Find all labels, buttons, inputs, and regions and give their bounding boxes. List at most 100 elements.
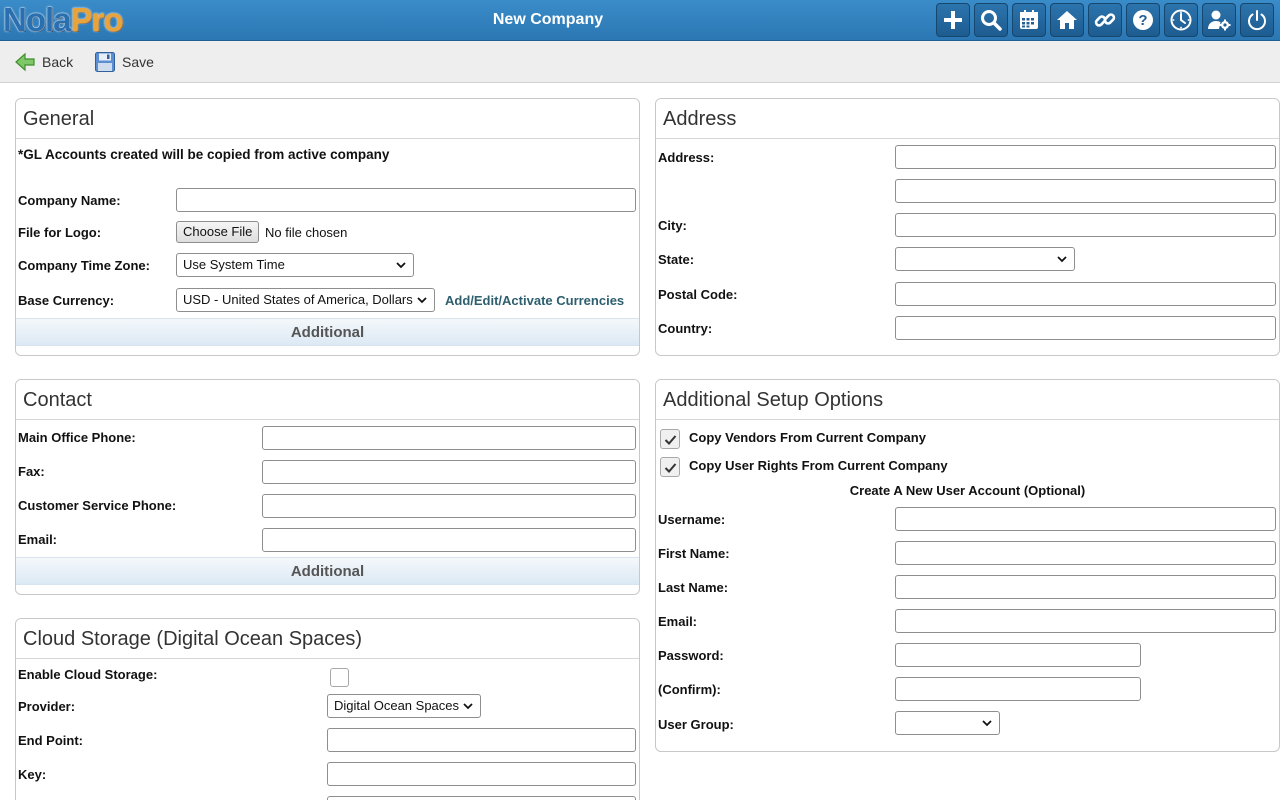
provider-label: Provider: (18, 699, 76, 714)
last-name-input[interactable] (895, 575, 1276, 599)
address-line1-input[interactable] (895, 145, 1276, 169)
confirm-password-label: (Confirm): (658, 682, 721, 697)
chevron-down-icon (396, 262, 406, 269)
logo-text-nola: Nola (3, 1, 72, 38)
checkmark-icon (664, 463, 677, 473)
general-panel: General *GL Accounts created will be cop… (15, 98, 640, 356)
postal-code-label: Postal Code: (658, 287, 738, 302)
timezone-value: Use System Time (183, 257, 285, 272)
user-settings-icon[interactable] (1202, 3, 1236, 37)
edit-currencies-link[interactable]: Add/Edit/Activate Currencies (445, 293, 624, 308)
top-header-bar: NolaPro New Company ? (0, 0, 1280, 41)
clock-icon[interactable] (1164, 3, 1198, 37)
key-input[interactable] (327, 762, 636, 786)
home-icon[interactable] (1050, 3, 1084, 37)
user-group-select[interactable] (895, 711, 1000, 735)
provider-select[interactable]: Digital Ocean Spaces (327, 694, 481, 718)
general-panel-title: General (16, 99, 639, 139)
general-additional-toggle[interactable]: Additional (16, 318, 639, 346)
search-icon[interactable] (974, 3, 1008, 37)
cloud-storage-title: Cloud Storage (Digital Ocean Spaces) (16, 619, 639, 659)
state-select[interactable] (895, 247, 1075, 271)
cs-phone-label: Customer Service Phone: (18, 498, 177, 513)
contact-email-label: Email: (18, 532, 58, 547)
address-label: Address: (658, 150, 715, 165)
power-icon[interactable] (1240, 3, 1274, 37)
chevron-down-icon (417, 297, 427, 304)
fax-label: Fax: (18, 464, 45, 479)
company-name-label: Company Name: (18, 193, 121, 208)
logo-text-pro: Pro (70, 1, 124, 38)
company-name-input[interactable] (176, 188, 636, 212)
logo-file-label: File for Logo: (18, 225, 102, 240)
checkmark-icon (664, 435, 677, 445)
copy-vendors-label: Copy Vendors From Current Company (689, 430, 926, 445)
postal-code-input[interactable] (895, 282, 1276, 306)
endpoint-input[interactable] (327, 728, 636, 752)
state-label: State: (658, 252, 695, 267)
last-name-label: Last Name: (658, 580, 729, 595)
enable-cloud-checkbox[interactable] (330, 668, 349, 687)
country-input[interactable] (895, 316, 1276, 340)
no-file-text: No file chosen (265, 225, 348, 240)
base-currency-label: Base Currency: (18, 293, 115, 308)
base-currency-value: USD - United States of America, Dollars (183, 292, 413, 307)
confirm-password-input[interactable] (895, 677, 1141, 701)
add-icon[interactable] (936, 3, 970, 37)
chevron-down-icon (463, 703, 473, 710)
link-icon[interactable] (1088, 3, 1122, 37)
calendar-icon[interactable] (1012, 3, 1046, 37)
setup-options-panel: Additional Setup Options Copy Vendors Fr… (655, 379, 1280, 752)
choose-file-button[interactable]: Choose File (176, 221, 260, 243)
gl-accounts-note: *GL Accounts created will be copied from… (18, 147, 390, 162)
enable-cloud-label: Enable Cloud Storage: (18, 667, 158, 682)
contact-panel-title: Contact (16, 380, 639, 420)
password-input[interactable] (895, 643, 1141, 667)
help-icon[interactable]: ? (1126, 3, 1160, 37)
user-email-label: Email: (658, 614, 698, 629)
chevron-down-icon (982, 720, 992, 727)
username-label: Username: (658, 512, 726, 527)
chevron-down-icon (1057, 256, 1067, 263)
contact-email-input[interactable] (262, 528, 636, 552)
address-panel: Address Address: City: State: Postal Cod… (655, 98, 1280, 356)
password-label: Password: (658, 648, 724, 663)
timezone-select[interactable]: Use System Time (176, 253, 414, 277)
page-title: New Company (492, 11, 604, 28)
save-button[interactable]: Save (94, 51, 154, 73)
back-arrow-icon (15, 52, 35, 72)
contact-panel: Contact Main Office Phone: Fax: Customer… (15, 379, 640, 595)
copy-vendors-checkbox[interactable] (660, 429, 680, 449)
action-toolbar: Back Save (0, 41, 1280, 83)
main-phone-input[interactable] (262, 426, 636, 450)
copy-rights-label: Copy User Rights From Current Company (689, 458, 948, 473)
contact-additional-toggle[interactable]: Additional (16, 557, 639, 585)
city-label: City: (658, 218, 687, 233)
nolapro-logo[interactable]: NolaPro (3, 0, 124, 40)
fax-input[interactable] (262, 460, 636, 484)
copy-rights-checkbox[interactable] (660, 457, 680, 477)
back-button[interactable]: Back (14, 51, 73, 73)
setup-options-title: Additional Setup Options (656, 380, 1279, 420)
cs-phone-input[interactable] (262, 494, 636, 518)
save-label: Save (122, 54, 154, 70)
user-email-input[interactable] (895, 609, 1276, 633)
endpoint-label: End Point: (18, 733, 83, 748)
svg-text:?: ? (1138, 12, 1147, 29)
header-icon-group: ? (936, 3, 1274, 37)
cloud-storage-panel: Cloud Storage (Digital Ocean Spaces) Ena… (15, 618, 640, 800)
new-user-heading: Create A New User Account (Optional) (849, 483, 1086, 498)
username-input[interactable] (895, 507, 1276, 531)
key-label: Key: (18, 767, 47, 782)
first-name-input[interactable] (895, 541, 1276, 565)
main-phone-label: Main Office Phone: (18, 430, 136, 445)
secret-input[interactable] (327, 796, 636, 800)
address-panel-title: Address (656, 99, 1279, 139)
country-label: Country: (658, 321, 713, 336)
first-name-label: First Name: (658, 546, 730, 561)
address-line2-input[interactable] (895, 179, 1276, 203)
base-currency-select[interactable]: USD - United States of America, Dollars (176, 288, 435, 312)
timezone-label: Company Time Zone: (18, 258, 150, 273)
city-input[interactable] (895, 213, 1276, 237)
save-disk-icon (95, 52, 115, 72)
